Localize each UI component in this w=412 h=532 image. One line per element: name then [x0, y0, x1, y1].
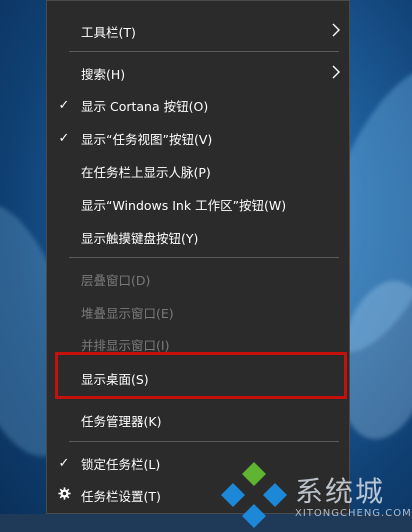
menu-item-label: 堆叠显示窗口(E)	[81, 305, 174, 321]
menu-item-label: 任务栏设置(T)	[81, 488, 161, 504]
chevron-right-icon	[331, 65, 341, 82]
menu-item-label: 显示“任务视图”按钮(V)	[81, 131, 213, 147]
menu-item-label: 显示 Cortana 按钮(O)	[81, 98, 209, 114]
menu-item-label: 在任务栏上显示人脉(P)	[81, 164, 211, 180]
chevron-right-icon	[331, 23, 341, 40]
taskbar-context-menu: 工具栏(T) 搜索(H) ✓ 显示 Cortana 按钮(O) ✓ 显示“任务视…	[46, 0, 350, 514]
menu-item-label: 显示触摸键盘按钮(Y)	[81, 230, 199, 246]
gear-icon	[57, 486, 71, 504]
menu-item-search[interactable]: 搜索(H)	[47, 57, 349, 89]
highlight-box	[55, 352, 347, 399]
menu-item-show-touch-keyboard[interactable]: 显示触摸键盘按钮(Y)	[47, 221, 349, 253]
menu-item-label: 显示“Windows Ink 工作区”按钮(W)	[81, 197, 287, 213]
menu-item-label: 并排显示窗口(I)	[81, 337, 170, 353]
checkmark-icon: ✓	[58, 97, 70, 113]
menu-item-stack-windows: 堆叠显示窗口(E)	[47, 296, 349, 328]
menu-item-show-people[interactable]: 在任务栏上显示人脉(P)	[47, 155, 349, 187]
menu-item-label: 层叠窗口(D)	[81, 272, 151, 288]
menu-item-cascade-windows: 层叠窗口(D)	[47, 263, 349, 295]
menu-item-label: 任务管理器(K)	[81, 413, 162, 429]
watermark: 系统城 XITONGCHENG.COM	[219, 456, 412, 532]
watermark-subtext: XITONGCHENG.COM	[295, 508, 412, 519]
menu-item-toolbars[interactable]: 工具栏(T)	[47, 15, 349, 47]
menu-item-label: 锁定任务栏(L)	[81, 456, 161, 472]
menu-item-label: 搜索(H)	[81, 66, 126, 82]
menu-separator	[69, 51, 339, 52]
menu-item-show-task-view[interactable]: ✓ 显示“任务视图”按钮(V)	[47, 122, 349, 154]
menu-separator	[69, 257, 339, 258]
checkmark-icon: ✓	[58, 455, 70, 471]
menu-separator	[69, 441, 339, 442]
menu-item-label: 工具栏(T)	[81, 24, 136, 40]
checkmark-icon: ✓	[58, 130, 70, 146]
watermark-text: 系统城	[295, 475, 386, 508]
menu-item-show-windows-ink[interactable]: 显示“Windows Ink 工作区”按钮(W)	[47, 188, 349, 220]
watermark-logo-icon	[221, 462, 287, 528]
menu-item-show-cortana[interactable]: ✓ 显示 Cortana 按钮(O)	[47, 89, 349, 121]
menu-item-task-manager[interactable]: 任务管理器(K)	[47, 404, 349, 436]
